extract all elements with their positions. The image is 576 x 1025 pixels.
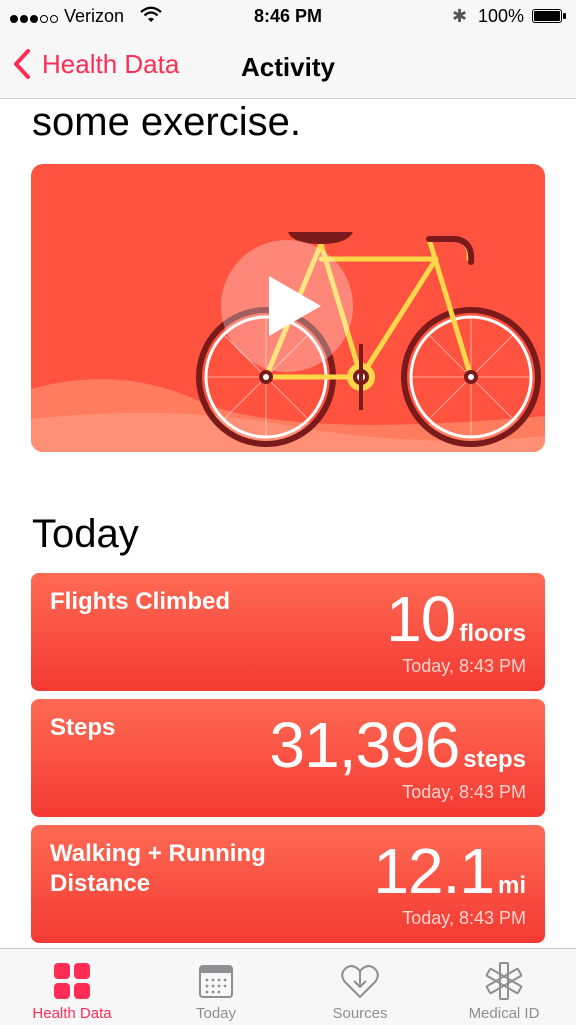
status-bar: Verizon 8:46 PM ✱ 100% xyxy=(0,0,576,32)
record-unit: mi xyxy=(497,872,526,899)
record-card-walking-running-distance[interactable]: Walking + Running Distance 12.1 mi Today… xyxy=(31,825,545,943)
record-value-group: 31,396 steps xyxy=(270,711,526,779)
record-timestamp: Today, 8:43 PM xyxy=(402,782,526,802)
record-unit: steps xyxy=(463,746,526,773)
record-label: Steps xyxy=(50,714,116,741)
record-value-group: 10 floors xyxy=(386,585,526,653)
record-label: Flights Climbed xyxy=(50,588,230,615)
calendar-icon xyxy=(199,965,233,998)
section-title-today: Today xyxy=(32,512,139,556)
tab-label: Health Data xyxy=(32,1005,112,1022)
battery-percent: 100% xyxy=(478,6,525,26)
exercise-video[interactable] xyxy=(31,164,545,452)
tab-label: Medical ID xyxy=(468,1005,540,1022)
intro-text: some exercise. xyxy=(32,100,301,144)
record-value-group: 12.1 mi xyxy=(373,837,526,905)
heart-download-icon xyxy=(341,965,379,998)
record-label: Walking + Running Distance xyxy=(50,840,266,897)
tab-label: Sources xyxy=(332,1005,388,1022)
bluetooth-icon: ✱ xyxy=(452,6,468,26)
tab-label: Today xyxy=(195,1005,237,1022)
battery-icon xyxy=(532,9,566,23)
back-button[interactable]: Health Data xyxy=(10,46,179,82)
tab-medical-id[interactable]: Medical ID xyxy=(432,949,576,1025)
tab-sources[interactable]: Sources xyxy=(288,949,432,1025)
play-icon[interactable] xyxy=(31,164,545,452)
record-value: 31,396 xyxy=(269,709,461,781)
record-card-steps[interactable]: Steps 31,396 steps Today, 8:43 PM xyxy=(31,699,545,817)
record-card-flights-climbed[interactable]: Flights Climbed 10 floors Today, 8:43 PM xyxy=(31,573,545,691)
record-timestamp: Today, 8:43 PM xyxy=(402,908,526,928)
record-value: 12.1 xyxy=(373,835,495,907)
navigation-bar: Health Data Activity xyxy=(0,32,576,99)
back-button-label: Health Data xyxy=(42,48,180,79)
chevron-left-icon xyxy=(14,49,30,79)
asterisk-icon xyxy=(485,962,523,1000)
tab-bar: Health Data Today Sources Medical ID xyxy=(0,948,576,1025)
record-unit: floors xyxy=(459,620,526,647)
record-value: 10 xyxy=(386,583,456,655)
tab-health-data[interactable]: Health Data xyxy=(0,949,144,1025)
grid-icon xyxy=(54,963,90,999)
tab-today[interactable]: Today xyxy=(144,949,288,1025)
record-timestamp: Today, 8:43 PM xyxy=(402,656,526,676)
